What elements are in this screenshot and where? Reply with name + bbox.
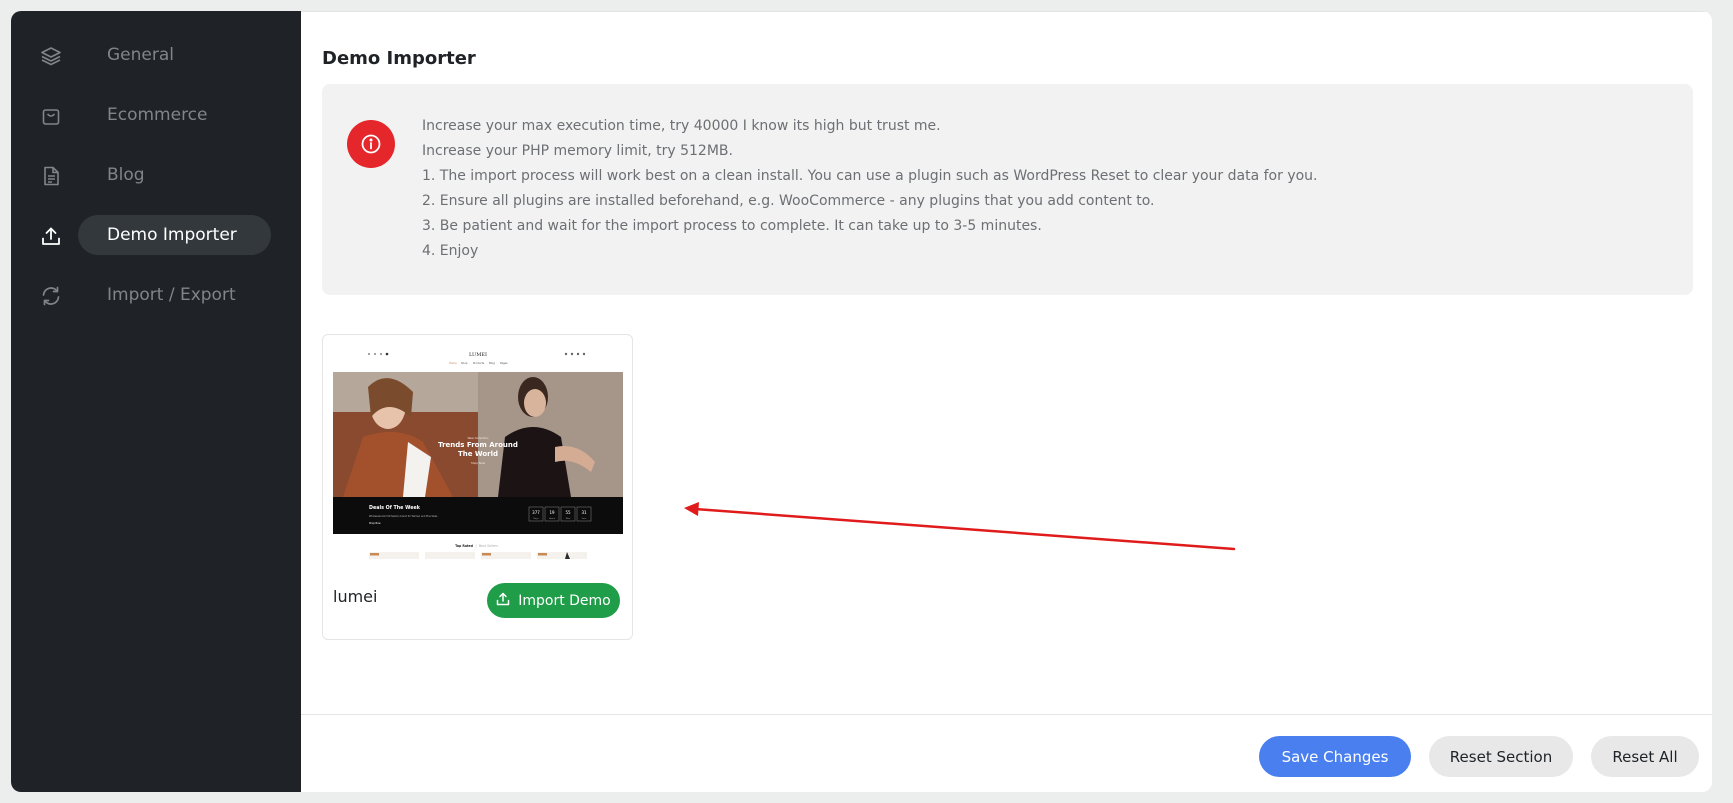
sidebar-item-import-export[interactable]: Import / Export [11,275,301,315]
document-icon [40,165,62,187]
save-changes-button[interactable]: Save Changes [1259,736,1411,777]
refresh-icon [40,285,62,307]
main-panel: Demo Importer Increase your max executio… [301,11,1712,792]
sidebar: General Ecommerce Blog Demo Importer Imp… [11,11,301,792]
upload-icon [40,225,62,247]
reset-section-button[interactable]: Reset Section [1429,736,1573,777]
sidebar-item-general[interactable]: General [11,35,301,75]
reset-all-button[interactable]: Reset All [1591,736,1699,777]
sidebar-item-demo-importer[interactable]: Demo Importer [11,215,301,255]
sidebar-item-label: Blog [107,165,145,185]
sidebar-item-label: General [107,45,174,65]
sidebar-item-blog[interactable]: Blog [11,155,301,195]
annotation-arrow [684,502,1236,551]
sidebar-item-ecommerce[interactable]: Ecommerce [11,95,301,135]
shopping-bag-icon [40,105,62,127]
sidebar-item-label: Demo Importer [107,225,237,245]
layers-icon [40,45,62,67]
app-frame: General Ecommerce Blog Demo Importer Imp… [11,11,1712,792]
footer-bar: Save Changes Reset Section Reset All [301,714,1712,792]
sidebar-item-label: Ecommerce [107,105,208,125]
sidebar-item-label: Import / Export [107,285,236,305]
